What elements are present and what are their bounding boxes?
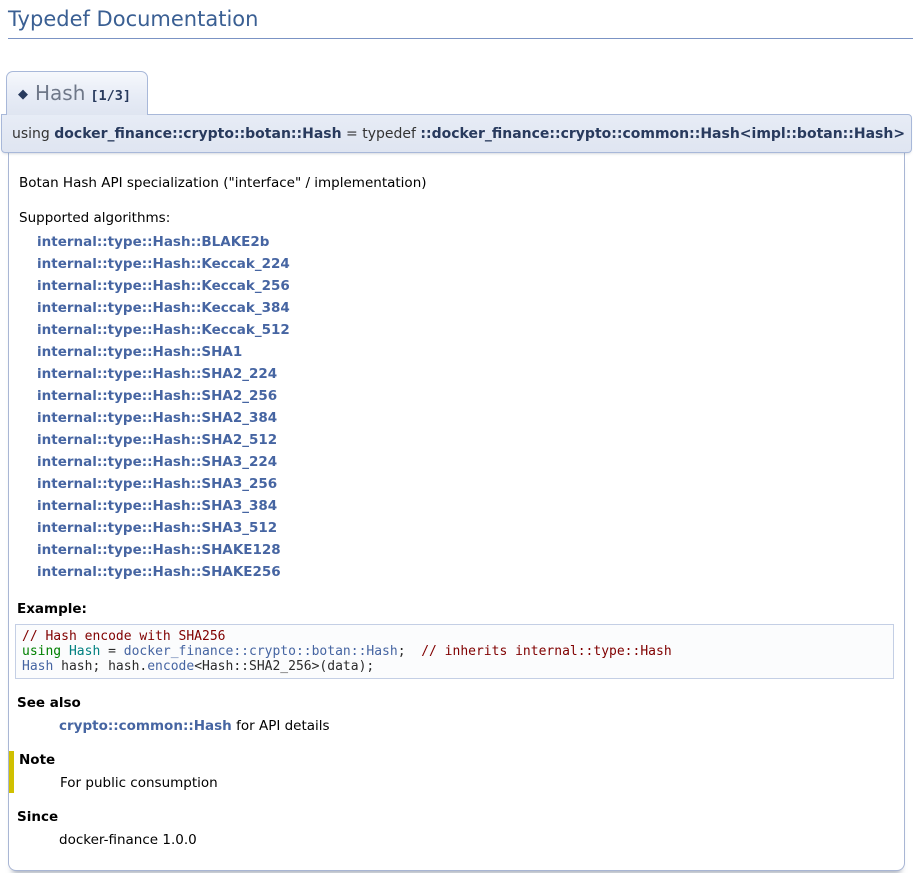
- see-also-content: crypto::common::Hash for API details: [59, 717, 894, 736]
- code-token-plain: [61, 644, 69, 659]
- proto-target-type: ::docker_finance::crypto::common::Hash<i…: [420, 126, 905, 142]
- code-token-comment: // inherits internal::type::Hash: [421, 644, 671, 659]
- algorithms-list: internal::type::Hash::BLAKE2binternal::t…: [37, 231, 894, 583]
- member-hash: ◆Hash[1/3] using docker_finance::crypto:…: [1, 71, 912, 871]
- note-label: Note: [18, 751, 894, 770]
- since-section: Since docker-finance 1.0.0: [17, 808, 894, 850]
- overload-badge: [1/3]: [90, 88, 131, 104]
- algorithm-link[interactable]: internal::type::Hash::SHAKE128: [37, 539, 281, 561]
- algorithm-link[interactable]: internal::type::Hash::SHA3_384: [37, 495, 277, 517]
- proto-equals-typedef: = typedef: [342, 126, 421, 142]
- example-label: Example:: [17, 601, 894, 617]
- algorithms-label: Supported algorithms:: [19, 210, 894, 226]
- algorithm-link[interactable]: internal::type::Hash::Keccak_384: [37, 297, 290, 319]
- member-prototype: using docker_finance::crypto::botan::Has…: [1, 114, 912, 153]
- algorithm-link[interactable]: internal::type::Hash::Keccak_512: [37, 319, 290, 341]
- brief-description: Botan Hash API specialization ("interfac…: [19, 175, 894, 191]
- algorithm-link[interactable]: internal::type::Hash::SHA2_512: [37, 429, 277, 451]
- typedef-documentation-page: Typedef Documentation ◆ Hash [1/3] using d…: [0, 0, 913, 871]
- page-title: Typedef Documentation: [8, 5, 913, 39]
- algorithm-link[interactable]: internal::type::Hash::SHA2_224: [37, 363, 277, 385]
- code-token-plain: =: [100, 644, 123, 659]
- algorithm-link[interactable]: internal::type::Hash::Keccak_224: [37, 253, 290, 275]
- algorithm-link[interactable]: internal::type::Hash::SHA3_224: [37, 451, 277, 473]
- see-also-label: See also: [17, 694, 894, 713]
- code-token-keyword: using: [22, 644, 61, 659]
- algorithm-link[interactable]: internal::type::Hash::SHA1: [37, 341, 242, 363]
- note-section: Note For public consumption: [9, 751, 894, 793]
- algorithm-link[interactable]: internal::type::Hash::SHA3_512: [37, 517, 277, 539]
- anchor-diamond-icon[interactable]: ◆: [18, 87, 28, 102]
- algorithm-link[interactable]: internal::type::Hash::SHA3_256: [37, 473, 277, 495]
- code-token-type: Hash: [69, 644, 100, 659]
- algorithm-link[interactable]: internal::type::Hash::SHAKE256: [37, 561, 281, 583]
- since-text: docker-finance 1.0.0: [59, 831, 894, 850]
- algorithm-link[interactable]: internal::type::Hash::SHA2_384: [37, 407, 277, 429]
- code-token-plain: hash; hash.: [53, 659, 147, 674]
- code-line: Hash hash; hash.encode<Hash::SHA2_256>(d…: [22, 659, 887, 674]
- member-name: Hash: [35, 81, 85, 105]
- member-doc: Botan Hash API specialization ("interfac…: [8, 153, 905, 871]
- code-block: // Hash encode with SHA256using Hash = d…: [15, 624, 894, 679]
- code-token-plain: ;: [398, 644, 421, 659]
- see-also-text: for API details: [232, 718, 330, 734]
- algorithm-link[interactable]: internal::type::Hash::BLAKE2b: [37, 231, 269, 253]
- see-also-section: See also crypto::common::Hash for API de…: [17, 694, 894, 736]
- algorithm-link[interactable]: internal::type::Hash::SHA2_256: [37, 385, 277, 407]
- code-link[interactable]: Hash: [22, 659, 53, 674]
- code-token-comment: // Hash encode with SHA256: [22, 629, 226, 644]
- member-tab[interactable]: ◆ Hash [1/3]: [6, 71, 148, 115]
- code-line: using Hash = docker_finance::crypto::bot…: [22, 644, 887, 659]
- code-line: // Hash encode with SHA256: [22, 629, 887, 644]
- proto-using-keyword: using: [12, 126, 54, 142]
- algorithm-link[interactable]: internal::type::Hash::Keccak_256: [37, 275, 290, 297]
- since-label: Since: [17, 808, 894, 827]
- code-link[interactable]: encode: [147, 659, 194, 674]
- note-text: For public consumption: [60, 774, 894, 793]
- code-link[interactable]: docker_finance::crypto::botan::Hash: [124, 644, 398, 659]
- proto-typedef-name: docker_finance::crypto::botan::Hash: [54, 126, 341, 142]
- see-also-link[interactable]: crypto::common::Hash: [59, 718, 232, 734]
- code-token-plain: <Hash::SHA2_256>(data);: [194, 659, 374, 674]
